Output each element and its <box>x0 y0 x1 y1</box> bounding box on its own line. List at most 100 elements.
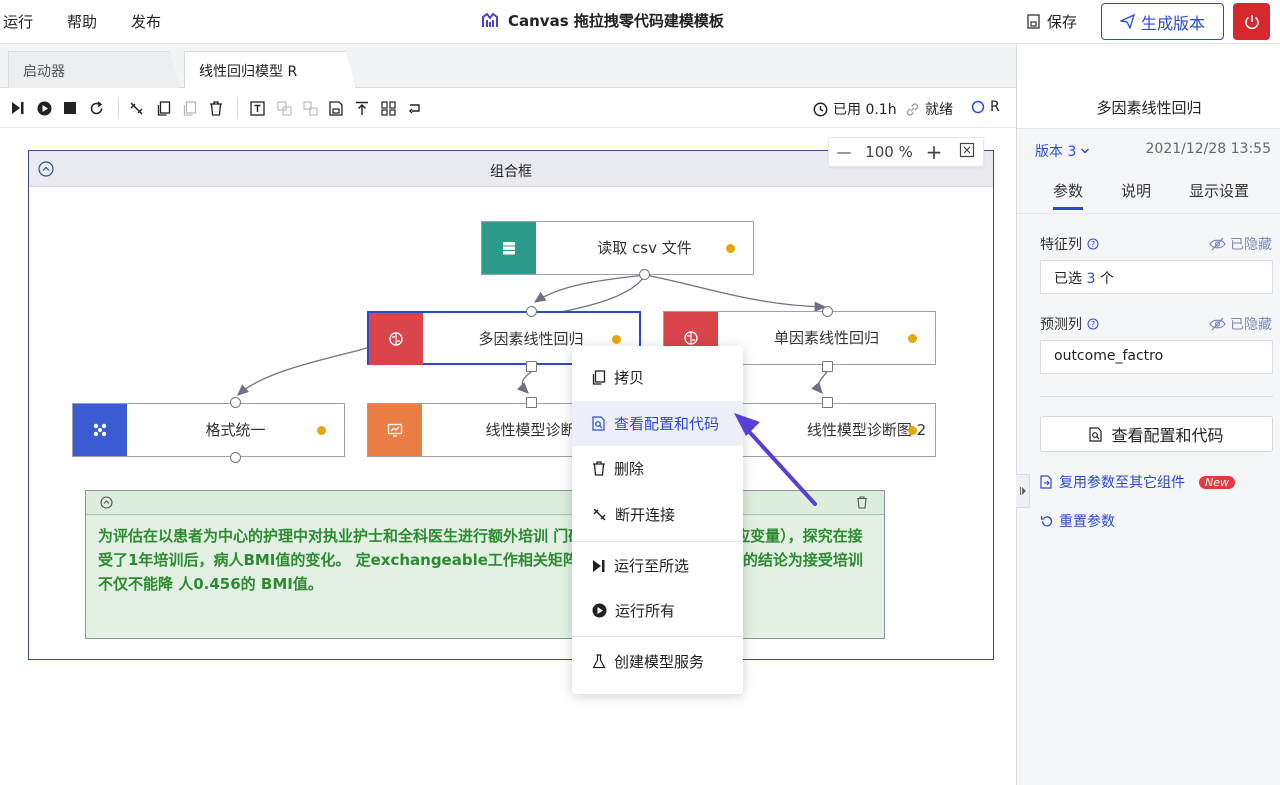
status-dot <box>908 426 917 435</box>
trash-icon[interactable] <box>856 496 868 509</box>
tab-display-settings[interactable]: 显示设置 <box>1189 180 1249 201</box>
input-port[interactable] <box>526 397 537 408</box>
target-field[interactable]: outcome_factro <box>1040 340 1273 374</box>
menu-item-label: 删除 <box>614 460 645 478</box>
output-port[interactable] <box>639 269 650 280</box>
menu-item-view-config[interactable]: 查看配置和代码 <box>572 401 743 446</box>
save-button[interactable]: 保存 <box>1026 11 1077 32</box>
feature-value-prefix: 已选 <box>1054 271 1082 287</box>
target-label: 预测列 ? <box>1040 314 1099 334</box>
generate-version-label: 生成版本 <box>1140 13 1205 33</box>
connections <box>237 274 828 396</box>
properties-panel: 多因素线性回归 版本 3 2021/12/28 13:55 参数 说明 显示设置… <box>1016 44 1280 785</box>
menu-item-create-service[interactable]: 创建模型服务 <box>572 639 743 684</box>
chart-monitor-icon <box>368 404 422 456</box>
status-dot <box>908 334 917 343</box>
menu-item-run-to-selected[interactable]: 运行至所选 <box>572 543 743 588</box>
target-label-text: 预测列 <box>1040 317 1082 333</box>
help-icon[interactable]: ? <box>1087 238 1099 250</box>
version-bar: 版本 3 2021/12/28 13:55 <box>1017 128 1280 170</box>
node-label: 单因素线性回归 <box>773 329 879 347</box>
menu-item-label: 断开连接 <box>615 506 676 524</box>
version-select[interactable]: 版本 3 <box>1035 141 1090 161</box>
menu-separator <box>572 541 743 542</box>
feature-label: 特征列 ? <box>1040 234 1099 254</box>
pointer-arrow-icon <box>734 413 817 506</box>
power-button[interactable] <box>1233 3 1270 40</box>
node-read-csv[interactable]: 读取 csv 文件 <box>481 221 754 275</box>
chevron-down-icon <box>1081 148 1090 154</box>
tab-params[interactable]: 参数 <box>1053 180 1084 210</box>
save-icon <box>1027 14 1040 29</box>
run-icon <box>592 603 607 618</box>
eye-off-icon <box>1209 237 1226 251</box>
run-step-icon <box>593 559 605 572</box>
view-config-button[interactable]: 查看配置和代码 <box>1040 416 1273 452</box>
disconnect-icon <box>593 508 606 521</box>
panel-divider <box>1040 396 1273 397</box>
reset-params-link[interactable]: 重置参数 <box>1040 511 1115 531</box>
reset-params-label: 重置参数 <box>1059 514 1115 530</box>
collapse-icon[interactable] <box>100 496 113 509</box>
menu-item-label: 拷贝 <box>614 369 645 387</box>
menu-item-run-all[interactable]: 运行所有 <box>572 588 743 633</box>
feature-hidden-toggle[interactable]: 已隐藏 <box>1209 234 1272 254</box>
tab-description[interactable]: 说明 <box>1121 180 1151 201</box>
svg-text:?: ? <box>1091 320 1095 329</box>
save-label: 保存 <box>1047 13 1078 31</box>
reuse-params-link[interactable]: 复用参数至其它组件 New <box>1040 472 1235 492</box>
copy-icon <box>592 370 606 385</box>
delete-icon <box>593 461 605 476</box>
database-icon <box>482 222 536 274</box>
file-search-icon <box>1089 426 1103 442</box>
context-menu: 拷贝 查看配置和代码 删除 断开连接 运行至所选 运行所有 创建模型服务 <box>572 346 743 694</box>
panel-tabs: 参数 说明 显示设置 <box>1017 170 1280 214</box>
input-port[interactable] <box>526 306 537 317</box>
eye-off-icon <box>1209 317 1226 331</box>
reset-icon <box>1040 515 1053 526</box>
file-copy-icon <box>1040 475 1052 489</box>
output-port[interactable] <box>230 452 241 463</box>
node-format-unify[interactable]: 格式统一 <box>72 403 345 457</box>
brain-icon <box>369 313 423 365</box>
feature-value-suffix: 个 <box>1099 271 1114 287</box>
view-config-label: 查看配置和代码 <box>1111 426 1224 445</box>
input-port[interactable] <box>822 306 833 317</box>
panel-title: 多因素线性回归 <box>1096 99 1202 117</box>
chevron-right-icon <box>1019 487 1026 495</box>
file-search-icon <box>592 416 605 431</box>
generate-version-button[interactable]: 生成版本 <box>1101 3 1224 40</box>
feature-select[interactable]: 已选 3 个 <box>1040 260 1273 294</box>
target-hidden-text: 已隐藏 <box>1230 317 1272 333</box>
panel-body: 特征列 ? 已隐藏 已选 3 个 预测列 ? 已隐藏 outcome_factr… <box>1017 214 1280 785</box>
feature-label-text: 特征列 <box>1040 237 1082 253</box>
output-port[interactable] <box>822 361 833 372</box>
menu-item-label: 查看配置和代码 <box>614 415 720 433</box>
menu-item-delete[interactable]: 删除 <box>572 446 743 491</box>
menu-item-label: 运行所有 <box>615 602 676 620</box>
input-port[interactable] <box>230 397 241 408</box>
feature-count: 3 <box>1086 271 1096 287</box>
menu-item-label: 创建模型服务 <box>614 653 705 671</box>
panel-collapse-handle[interactable] <box>1016 474 1030 508</box>
output-port[interactable] <box>526 361 537 372</box>
menu-item-copy[interactable]: 拷贝 <box>572 355 743 400</box>
help-icon[interactable]: ? <box>1087 318 1099 330</box>
node-label: 格式统一 <box>205 421 266 439</box>
menu-item-disconnect[interactable]: 断开连接 <box>572 492 743 537</box>
format-icon <box>73 404 127 456</box>
reuse-params-label: 复用参数至其它组件 <box>1059 475 1185 491</box>
node-label: 读取 csv 文件 <box>597 239 692 257</box>
version-label: 版本 3 <box>1035 144 1077 160</box>
version-date: 2021/12/28 13:55 <box>1145 141 1272 157</box>
target-hidden-toggle[interactable]: 已隐藏 <box>1209 314 1272 334</box>
send-icon <box>1119 14 1135 29</box>
menu-item-label: 运行至所选 <box>614 557 690 575</box>
svg-text:?: ? <box>1091 240 1095 249</box>
status-dot <box>317 426 326 435</box>
note-text: 为评估在以患者为中心的护理中对执业护士和全科医生进行额外培训 门研究BMI数据集… <box>98 527 863 593</box>
status-dot <box>612 335 621 344</box>
menu-separator <box>572 636 743 637</box>
status-dot <box>726 244 735 253</box>
new-badge: New <box>1199 475 1235 489</box>
